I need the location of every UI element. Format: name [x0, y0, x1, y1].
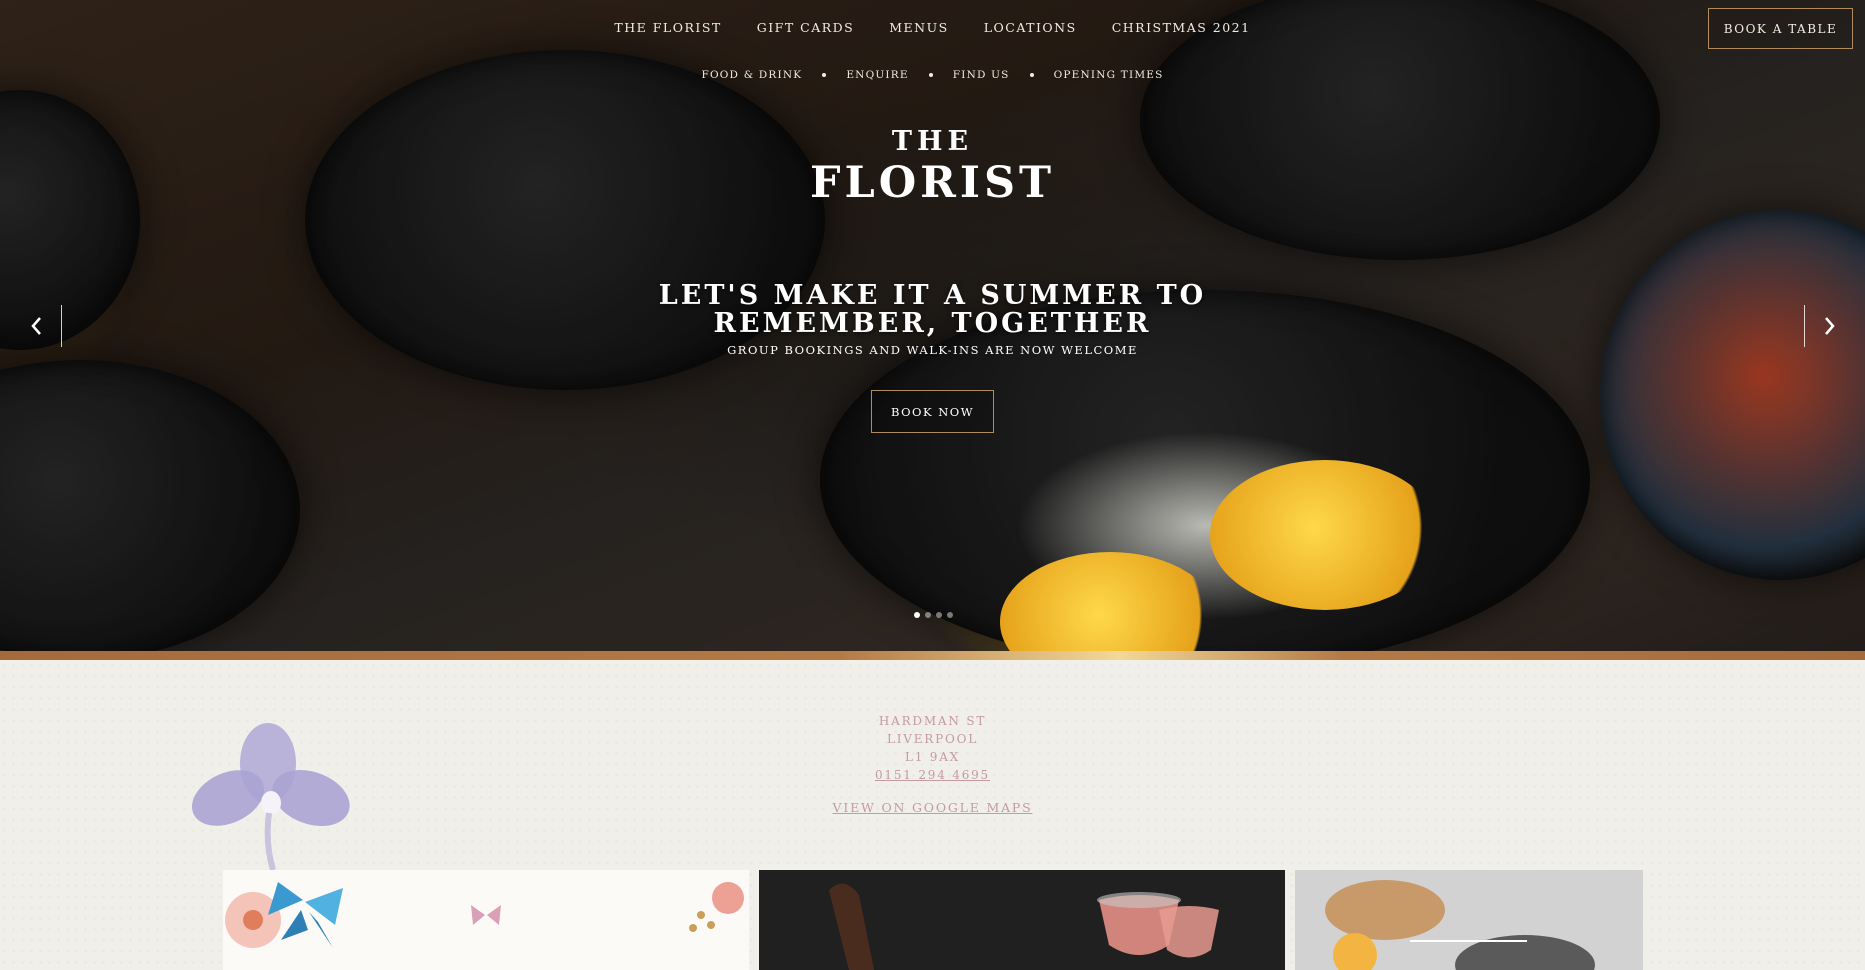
promo-card-drinks[interactable] [759, 870, 1285, 970]
chevron-left-icon [31, 317, 41, 335]
hero-headline-line-2: remember, together [713, 308, 1152, 339]
slider-next-button[interactable] [1804, 305, 1850, 347]
chevron-right-icon [1825, 317, 1835, 335]
gold-divider [0, 651, 1865, 660]
address-postcode: L1 9AX [904, 750, 961, 764]
phone-link[interactable]: 0151 294 4695 [0, 766, 1865, 784]
address-street: Hardman St [878, 714, 987, 728]
address-block: Hardman St Liverpool L1 9AX 0151 294 469… [0, 712, 1865, 784]
nav-item-the-florist[interactable]: The Florist [614, 20, 721, 35]
secondary-nav: Food & Drink Enquire Find Us Opening Tim… [0, 69, 1865, 81]
subnav-item-opening-times[interactable]: Opening Times [1054, 69, 1164, 81]
address-city: Liverpool [886, 732, 979, 746]
site-logo[interactable]: THE FLORIST [0, 124, 1865, 206]
hero-headline-line-1: Let's make it a summer to [658, 280, 1207, 311]
separator-dot [928, 73, 933, 77]
hero-slider: The Florist Gift Cards Menus Locations C… [0, 0, 1865, 651]
slider-dot-4[interactable] [947, 612, 953, 618]
separator-dot [1029, 73, 1034, 77]
slider-dot-3[interactable] [936, 612, 942, 618]
book-now-button[interactable]: Book Now [871, 390, 994, 433]
promo-card-christmas[interactable] [223, 870, 749, 970]
slider-dot-1[interactable] [914, 612, 920, 618]
nav-item-christmas-2021[interactable]: Christmas 2021 [1112, 20, 1251, 35]
hero-subheading: Group bookings and walk-ins are now welc… [727, 343, 1138, 357]
slider-prev-button[interactable] [16, 305, 62, 347]
hero-headline: Let's make it a summer to remember, toge… [0, 282, 1865, 338]
promo-card-food[interactable] [1295, 870, 1643, 970]
logo-line-1: THE [891, 126, 974, 157]
subnav-item-enquire[interactable]: Enquire [846, 69, 908, 81]
separator-dot [822, 73, 827, 77]
slider-pagination [914, 612, 953, 618]
food-image [1295, 870, 1643, 970]
google-maps-link-row: View on Google Maps [0, 800, 1865, 815]
logo-line-2: FLORIST [809, 158, 1056, 208]
subnav-item-find-us[interactable]: Find Us [953, 69, 1010, 81]
cocktail-image [759, 870, 1285, 970]
hero-content: The Florist Gift Cards Menus Locations C… [0, 0, 1865, 651]
nav-item-gift-cards[interactable]: Gift Cards [757, 20, 855, 35]
primary-nav: The Florist Gift Cards Menus Locations C… [0, 20, 1865, 35]
butterfly-illustration-icon [225, 882, 744, 948]
subnav-item-food-drink[interactable]: Food & Drink [701, 69, 802, 81]
nav-item-menus[interactable]: Menus [889, 20, 948, 35]
slider-dot-2[interactable] [925, 612, 931, 618]
nav-item-locations[interactable]: Locations [984, 20, 1077, 35]
book-a-table-button[interactable]: Book a Table [1708, 8, 1853, 49]
google-maps-link[interactable]: View on Google Maps [833, 800, 1033, 815]
